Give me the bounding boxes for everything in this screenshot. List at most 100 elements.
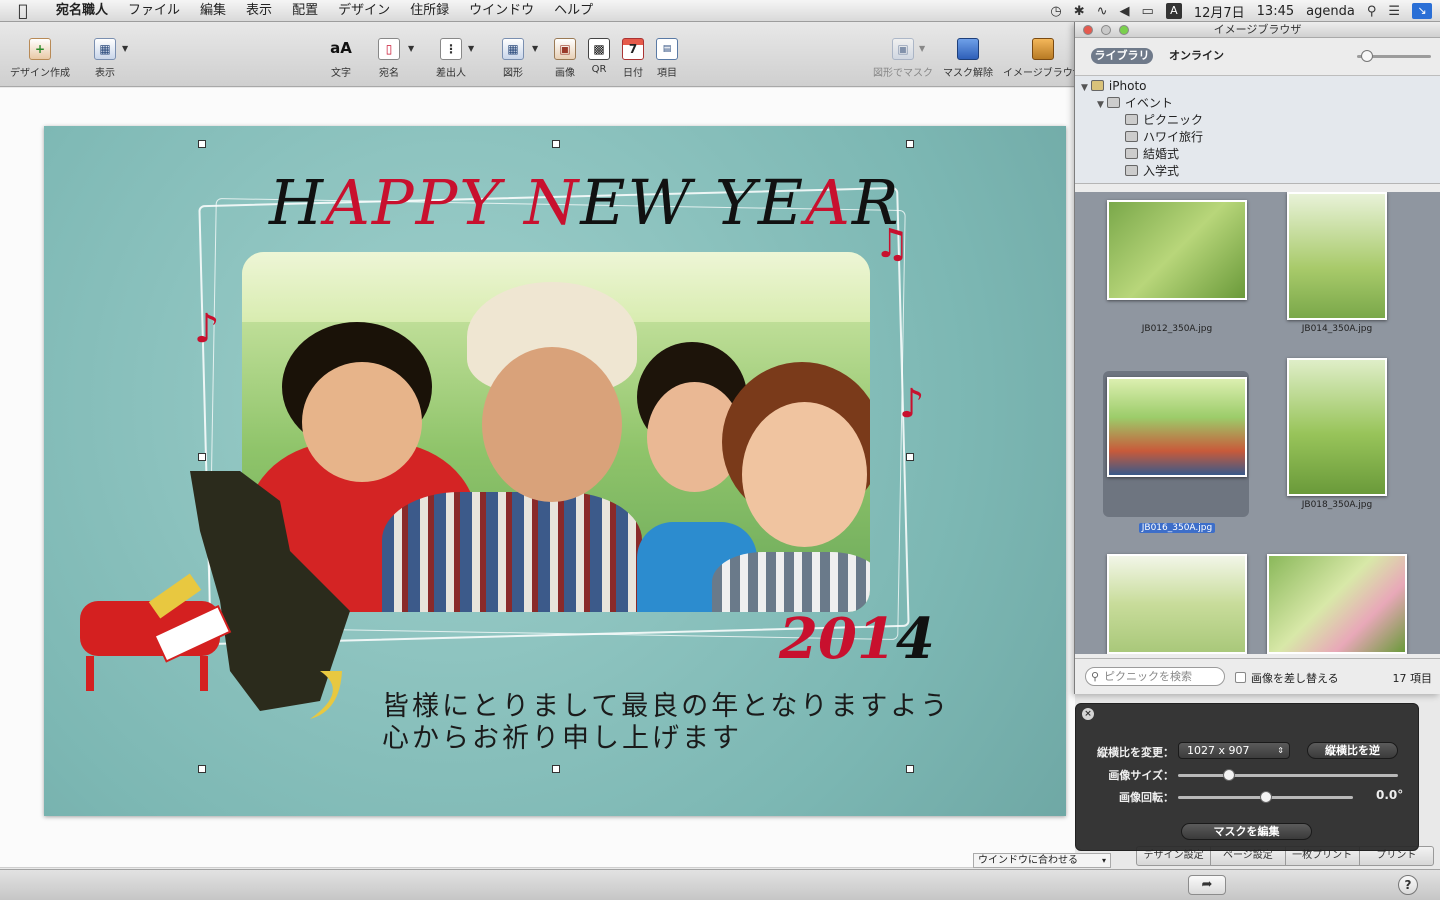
replace-image-checkbox[interactable]: 画像を差し替える	[1235, 670, 1339, 686]
image-rotation-label: 画像回転：	[1119, 791, 1174, 804]
item-button[interactable]: ▤ 項目	[656, 38, 678, 79]
menu-help[interactable]: ヘルプ	[544, 0, 603, 22]
tree-item-iphoto[interactable]: ▼ iPhoto	[1081, 78, 1147, 96]
help-button[interactable]: ?	[1398, 875, 1418, 895]
menu-file[interactable]: ファイル	[118, 0, 190, 22]
shape-dropdown-icon[interactable]: ▼	[532, 44, 538, 53]
photo-search-input[interactable]: ⚲ ピクニックを検索	[1085, 667, 1225, 686]
new-year-card[interactable]: HAPPY NEW YEAR ♪ ♫ ♪ 2014 皆様にとりまして最良の年とな…	[44, 126, 1066, 816]
reverse-aspect-button[interactable]: 縦横比を逆	[1307, 742, 1398, 759]
thumbnail-image	[1287, 358, 1387, 496]
hud-close-button[interactable]: ×	[1082, 708, 1094, 720]
zoom-window-button[interactable]	[1119, 25, 1129, 35]
image-size-label: 画像サイズ：	[1108, 769, 1174, 782]
time-machine-icon[interactable]: ◷	[1050, 4, 1061, 19]
address-button[interactable]: ▯ 宛名 ▼	[378, 38, 414, 79]
text-button[interactable]: aA 文字	[330, 38, 352, 79]
selection-handle[interactable]	[552, 765, 560, 773]
selection-handle[interactable]	[198, 453, 206, 461]
apple-menu-icon[interactable]: 	[0, 1, 46, 20]
slider-knob[interactable]	[1222, 769, 1235, 781]
menu-design[interactable]: デザイン	[328, 0, 400, 22]
boy-face	[302, 362, 422, 482]
fullscreen-exit-icon[interactable]: ↘	[1412, 3, 1432, 19]
selection-handle[interactable]	[552, 140, 560, 148]
menu-app-name[interactable]: 宛名職人	[46, 0, 118, 22]
qr-button[interactable]: ▩ QR	[588, 38, 610, 75]
selection-handle[interactable]	[906, 453, 914, 461]
menu-view[interactable]: 表示	[236, 0, 282, 22]
menu-bar:  宛名職人 ファイル 編集 表示 配置 デザイン 住所録 ウインドウ ヘルプ …	[0, 0, 1440, 22]
card-greeting-message[interactable]: 皆様にとりまして最良の年となりますよう 心からお祈り申し上げます	[382, 691, 950, 755]
input-mode-icon[interactable]: A	[1165, 3, 1182, 19]
tab-library[interactable]: ライブラリ	[1091, 48, 1153, 64]
thumbnail-image	[1107, 554, 1247, 654]
aspect-ratio-select[interactable]: 1027 x 907 ⇕	[1178, 742, 1290, 759]
bluetooth-icon[interactable]: ✱	[1074, 4, 1085, 19]
menu-address-book[interactable]: 住所録	[400, 0, 459, 22]
disclosure-triangle-icon[interactable]: ▼	[1081, 83, 1088, 93]
edit-mask-button[interactable]: マスクを編集	[1181, 823, 1312, 840]
checkbox[interactable]	[1235, 672, 1246, 683]
shape-button[interactable]: ▦ 図形 ▼	[502, 38, 538, 79]
menu-edit[interactable]: 編集	[190, 0, 236, 22]
selection-handle[interactable]	[906, 765, 914, 773]
sender-dropdown-icon[interactable]: ▼	[468, 44, 474, 53]
thumbnail-image	[1287, 192, 1387, 320]
father-face	[482, 347, 622, 502]
tab-online[interactable]: オンライン	[1169, 48, 1224, 64]
image-button[interactable]: ▣ 画像	[554, 38, 576, 79]
image-browser-button[interactable]: イメージブラウザ	[1003, 38, 1083, 79]
selection-handle[interactable]	[198, 765, 206, 773]
selection-handle[interactable]	[906, 140, 914, 148]
image-rotation-slider[interactable]	[1178, 791, 1353, 803]
address-dropdown-icon[interactable]: ▼	[408, 44, 414, 53]
slider-knob[interactable]	[1259, 791, 1272, 803]
design-canvas[interactable]: HAPPY NEW YEAR ♪ ♫ ♪ 2014 皆様にとりまして最良の年とな…	[0, 88, 1075, 868]
view-dropdown-icon[interactable]: ▼	[122, 44, 128, 53]
minimize-window-button[interactable]	[1101, 25, 1111, 35]
battery-icon[interactable]: ▭	[1142, 4, 1154, 19]
greeting-line-2: 心からお祈り申し上げます	[382, 723, 742, 754]
sender-button[interactable]: ⋮ 差出人 ▼	[436, 38, 474, 79]
selection-handle[interactable]	[198, 140, 206, 148]
tree-item-album[interactable]: 結婚式	[1125, 146, 1179, 162]
calendar-icon: 7	[622, 38, 644, 60]
wifi-icon[interactable]: ∿	[1097, 4, 1108, 19]
mask-release-button[interactable]: マスク解除	[943, 38, 993, 79]
menubar-time[interactable]: 13:45	[1257, 4, 1294, 19]
image-size-slider[interactable]	[1178, 769, 1398, 781]
slider-knob[interactable]	[1361, 50, 1373, 62]
close-window-button[interactable]	[1083, 25, 1093, 35]
mask-shape-dropdown-icon[interactable]: ▼	[919, 44, 925, 53]
share-button[interactable]: ➦	[1188, 875, 1226, 895]
tree-item-events[interactable]: ▼ イベント	[1097, 95, 1173, 113]
menu-arrange[interactable]: 配置	[282, 0, 328, 22]
tree-item-album[interactable]: 入学式	[1125, 163, 1179, 179]
volume-icon[interactable]: ◀	[1120, 4, 1130, 19]
iphoto-icon	[1090, 80, 1104, 91]
menubar-user[interactable]: agenda	[1306, 4, 1355, 19]
happy-new-year-title[interactable]: HAPPY NEW YEAR	[269, 166, 901, 239]
greeting-line-1: 皆様にとりまして最良の年となりますよう	[382, 691, 951, 722]
mask-shape-button[interactable]: ▣ 図形でマスク ▼	[873, 38, 933, 79]
menubar-date[interactable]: 12月7日	[1194, 2, 1245, 21]
design-create-button[interactable]: + デザイン作成	[10, 38, 70, 79]
notification-list-icon[interactable]: ☰	[1388, 4, 1400, 19]
thumbnail-size-slider[interactable]	[1357, 50, 1431, 62]
zoom-select[interactable]: ウインドウに合わせる ▾	[973, 853, 1111, 868]
view-button[interactable]: ▦ 表示 ▼	[94, 38, 128, 79]
spotlight-search-icon[interactable]: ⚲	[1367, 4, 1377, 19]
menu-window[interactable]: ウインドウ	[459, 0, 544, 22]
mother-face	[742, 402, 867, 547]
card-year[interactable]: 2014	[779, 606, 935, 672]
image-browser-title: イメージブラウザ	[1213, 23, 1302, 36]
disclosure-triangle-icon[interactable]: ▼	[1097, 100, 1104, 110]
tree-item-album[interactable]: ハワイ旅行	[1125, 129, 1203, 145]
source-tree: ▼ iPhoto ▼ イベント ピクニック ハワイ旅行 結婚式 入学式	[1075, 76, 1440, 184]
tree-item-album[interactable]: ピクニック	[1125, 112, 1203, 128]
image-browser-titlebar[interactable]: イメージブラウザ	[1075, 22, 1440, 38]
date-button[interactable]: 7 日付	[622, 38, 644, 79]
mother-shirt	[712, 552, 870, 612]
aspect-ratio-label: 縦横比を変更：	[1097, 746, 1174, 759]
